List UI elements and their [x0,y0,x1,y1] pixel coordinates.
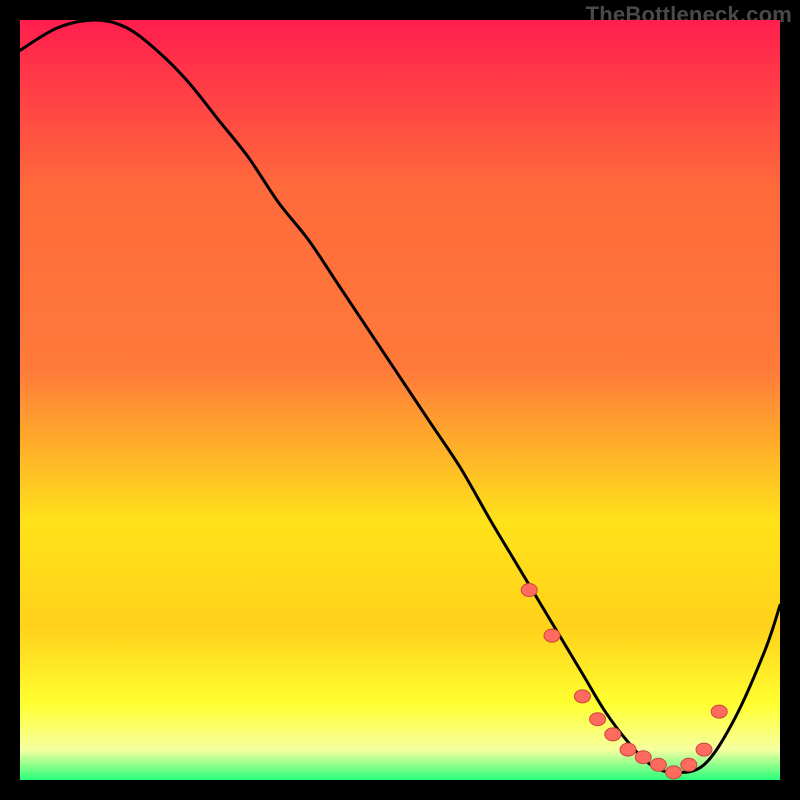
marker-point [605,728,621,741]
marker-point [620,743,636,756]
marker-point [696,743,712,756]
gradient-background [20,20,780,780]
bottleneck-chart [20,20,780,780]
marker-point [590,713,606,726]
marker-point [521,584,537,597]
marker-point [681,758,697,771]
marker-point [711,705,727,718]
plot-area [20,20,780,780]
marker-point [650,758,666,771]
marker-point [544,629,560,642]
marker-point [574,690,590,703]
chart-container: TheBottleneck.com [0,0,800,800]
marker-point [666,766,682,779]
marker-point [635,751,651,764]
